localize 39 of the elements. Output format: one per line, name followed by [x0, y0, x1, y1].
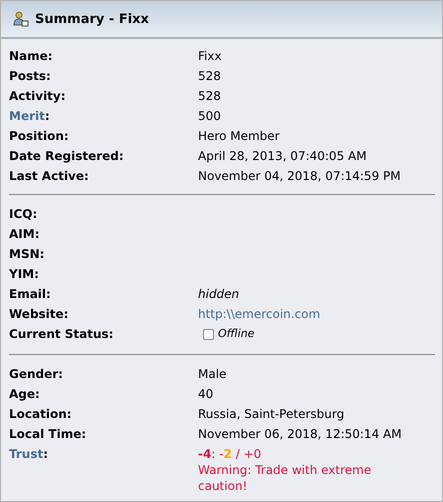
trust-score: -4: -2 / +0 — [198, 446, 262, 462]
field-label: AIM: — [9, 227, 40, 241]
field-value: Hero Member — [198, 129, 280, 143]
field-label: Last Active: — [9, 169, 89, 183]
field-label: Posts: — [9, 69, 51, 83]
field-value: Russia, Saint-Petersburg — [198, 406, 344, 420]
field-label: Date Registered: — [9, 149, 124, 163]
website-link[interactable]: http:\\emercoin.com — [198, 307, 320, 321]
field-value: 500 — [198, 109, 221, 123]
field-value: Fixx — [198, 49, 222, 63]
field-value: 528 — [198, 89, 221, 103]
label-link[interactable]: Trust — [9, 446, 44, 460]
field-label: Website: — [9, 307, 68, 321]
field-label: Activity: — [9, 89, 66, 103]
label-link[interactable]: Merit — [9, 109, 45, 123]
field-label: ICQ: — [9, 207, 38, 221]
field-label: Local Time: — [9, 426, 86, 440]
field-value: November 04, 2018, 07:14:59 PM — [198, 169, 401, 183]
field-label: YIM: — [9, 267, 39, 281]
field-label: MSN: — [9, 247, 44, 261]
field-value: November 06, 2018, 12:50:14 AM — [198, 426, 402, 440]
panel-title: Summary - Fixx — [35, 12, 149, 26]
label-colon: : — [43, 446, 48, 460]
field-label: Current Status: — [9, 327, 114, 341]
field-label: Gender: — [9, 366, 63, 380]
field-label: Age: — [9, 386, 40, 400]
field-value: 40 — [198, 386, 214, 400]
user-icon — [13, 11, 29, 27]
field-value: 528 — [198, 69, 221, 83]
status-text: Offline — [218, 326, 254, 342]
label-colon: : — [44, 109, 50, 123]
field-value: Male — [198, 366, 226, 380]
field-label: Name: — [9, 49, 53, 63]
field-value: hidden — [198, 287, 240, 301]
field-label: Email: — [9, 287, 51, 301]
field-value: April 28, 2013, 07:40:05 AM — [198, 149, 367, 163]
field-label: Position: — [9, 129, 69, 143]
field-label: Location: — [9, 406, 72, 420]
trust-warning: Warning: Trade with extreme caution! — [198, 462, 372, 494]
